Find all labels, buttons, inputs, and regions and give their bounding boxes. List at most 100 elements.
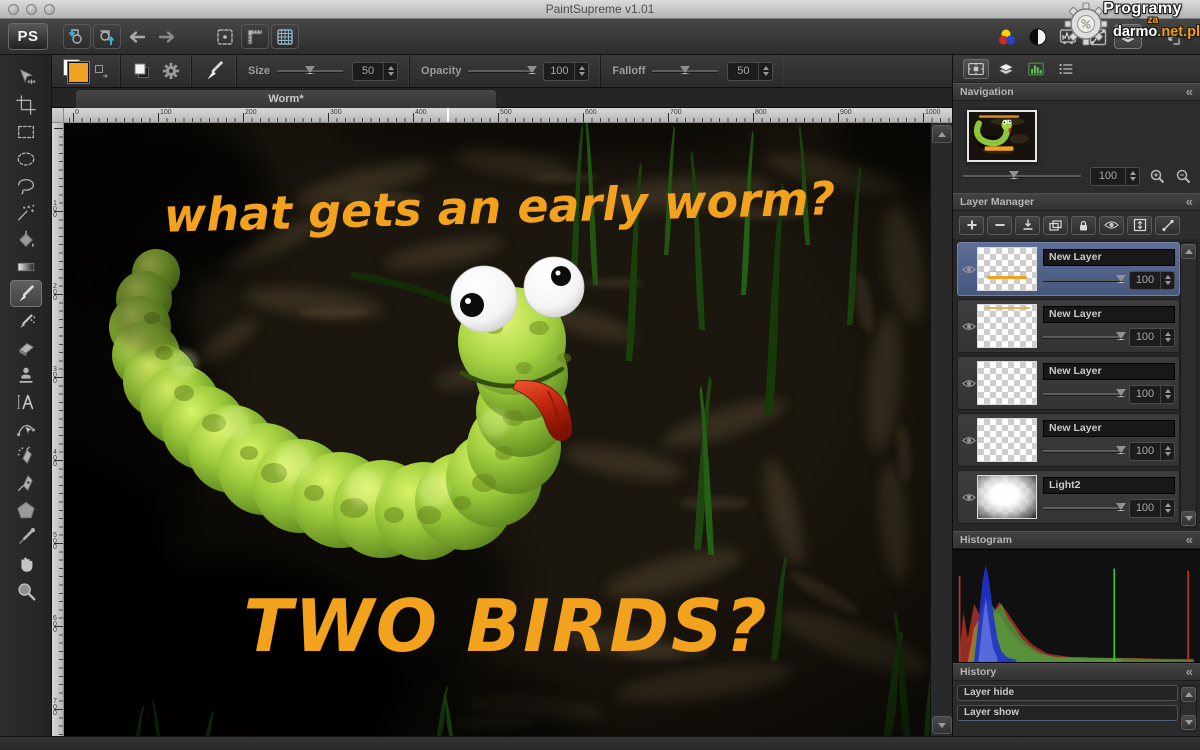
layer-row[interactable]: New Layer 100 [957, 242, 1180, 296]
scroll-down-button[interactable] [1181, 511, 1196, 526]
layer-opacity-stepper[interactable]: 100 [1129, 385, 1175, 404]
merge-down-button[interactable] [1015, 216, 1040, 235]
canvas-vertical-scrollbar[interactable] [930, 123, 952, 736]
opacity-slider[interactable] [468, 70, 534, 73]
collapse-icon[interactable]: « [1186, 535, 1193, 545]
layer-opacity-stepper[interactable]: 100 [1129, 271, 1175, 290]
color-picker-tool[interactable] [10, 523, 42, 550]
zoom-tool[interactable] [10, 577, 42, 604]
layer-opacity-slider[interactable] [1043, 450, 1123, 453]
magic-wand-tool[interactable] [10, 199, 42, 226]
layer-opacity-slider[interactable] [1043, 279, 1123, 282]
fill-tool[interactable] [10, 226, 42, 253]
selection-options-button[interactable] [211, 24, 239, 49]
canvas-artwork[interactable]: what gets an early worm? TWO BIRDS? [64, 123, 930, 736]
contrast-button[interactable] [1024, 24, 1052, 49]
eraser-tool[interactable] [10, 334, 42, 361]
history-item[interactable]: Layer hide [957, 685, 1178, 701]
stamp-tool[interactable] [10, 361, 42, 388]
node-select-tool[interactable] [10, 415, 42, 442]
size-slider[interactable] [277, 70, 343, 73]
layer-name[interactable]: Light2 [1043, 477, 1175, 494]
app-logo[interactable]: PS [8, 23, 48, 50]
layer-manager-header[interactable]: Layer Manager« [953, 193, 1200, 211]
duplicate-layer-button[interactable] [1043, 216, 1068, 235]
undo-button[interactable] [123, 24, 151, 49]
text-tool[interactable] [10, 388, 42, 415]
scroll-up-button[interactable] [932, 125, 952, 143]
hand-tool[interactable] [10, 550, 42, 577]
layer-properties-button[interactable] [1127, 216, 1152, 235]
layer-opacity-stepper[interactable]: 100 [1129, 499, 1175, 518]
import-button[interactable] [63, 24, 91, 49]
add-layer-button[interactable] [959, 216, 984, 235]
curves-button[interactable] [1084, 24, 1112, 49]
history-scrollbar[interactable] [1180, 685, 1197, 732]
layer-opacity-slider[interactable] [1043, 336, 1123, 339]
layer-name[interactable]: New Layer [1043, 363, 1175, 380]
opacity-stepper[interactable]: 100 [543, 62, 589, 81]
transform-button[interactable] [1158, 24, 1186, 49]
pen-tool[interactable] [10, 469, 42, 496]
layer-row[interactable]: New Layer 100 [957, 299, 1180, 353]
layer-visibility-toggle[interactable] [962, 493, 977, 502]
lasso-tool[interactable] [10, 172, 42, 199]
collapse-icon[interactable]: « [1186, 197, 1193, 207]
navigation-header[interactable]: Navigation« [953, 83, 1200, 101]
active-brush-icon[interactable] [203, 60, 225, 82]
swap-colors-icon[interactable] [94, 64, 109, 79]
rulers-toggle-button[interactable] [241, 24, 269, 49]
panel-tab-layers[interactable] [993, 59, 1019, 79]
layer-visibility-toggle[interactable] [962, 322, 977, 331]
remove-layer-button[interactable] [987, 216, 1012, 235]
navigation-thumbnail[interactable] [967, 110, 1037, 162]
gradient-tool[interactable] [10, 253, 42, 280]
move-tool[interactable] [10, 64, 42, 91]
grid-toggle-button[interactable] [271, 24, 299, 49]
panel-tab-navigation[interactable] [963, 59, 989, 79]
layer-visibility-toggle[interactable] [962, 265, 977, 274]
navigation-zoom-slider[interactable] [963, 175, 1081, 178]
panel-tab-history[interactable] [1053, 59, 1079, 79]
layer-visibility-toggle[interactable] [962, 379, 977, 388]
scroll-up-button[interactable] [1181, 687, 1196, 702]
document-tab[interactable]: Worm* [75, 89, 497, 108]
panel-tab-histogram[interactable] [1023, 59, 1049, 79]
airbrush-tool[interactable] [10, 307, 42, 334]
rect-select-tool[interactable] [10, 118, 42, 145]
layer-opacity-slider[interactable] [1043, 507, 1123, 510]
pen-add-tool[interactable] [10, 442, 42, 469]
brush-tool[interactable] [10, 280, 42, 307]
ellipse-select-tool[interactable] [10, 145, 42, 172]
collapse-icon[interactable]: « [1186, 667, 1193, 677]
zoom-in-button[interactable] [1149, 168, 1166, 185]
navigation-zoom-stepper[interactable]: 100 [1090, 167, 1140, 186]
zoom-out-button[interactable] [1175, 168, 1192, 185]
layer-list-scrollbar[interactable] [1180, 242, 1197, 528]
toggle-visibility-button[interactable] [1099, 216, 1124, 235]
scroll-down-button[interactable] [1181, 715, 1196, 730]
layer-visibility-toggle[interactable] [962, 436, 977, 445]
link-layers-button[interactable] [1155, 216, 1180, 235]
layers-panel-button[interactable] [1114, 24, 1142, 49]
color-balance-button[interactable] [994, 24, 1022, 49]
foreground-color-swatch[interactable] [68, 62, 89, 83]
layer-row[interactable]: New Layer 100 [957, 356, 1180, 410]
brush-settings-gear-icon[interactable] [162, 62, 180, 80]
history-header[interactable]: History« [953, 663, 1200, 681]
lock-layer-button[interactable] [1071, 216, 1096, 235]
layer-name[interactable]: New Layer [1043, 306, 1175, 323]
default-colors-icon[interactable] [132, 61, 152, 81]
redo-button[interactable] [153, 24, 181, 49]
size-stepper[interactable]: 50 [352, 62, 398, 81]
scroll-up-button[interactable] [1181, 244, 1196, 259]
layer-name[interactable]: New Layer [1043, 249, 1175, 266]
falloff-slider[interactable] [652, 70, 718, 73]
layer-row[interactable]: New Layer 100 [957, 413, 1180, 467]
layer-opacity-slider[interactable] [1043, 393, 1123, 396]
layer-opacity-stepper[interactable]: 100 [1129, 328, 1175, 347]
scroll-down-button[interactable] [932, 716, 952, 734]
collapse-icon[interactable]: « [1186, 87, 1193, 97]
export-button[interactable] [93, 24, 121, 49]
levels-button[interactable] [1054, 24, 1082, 49]
